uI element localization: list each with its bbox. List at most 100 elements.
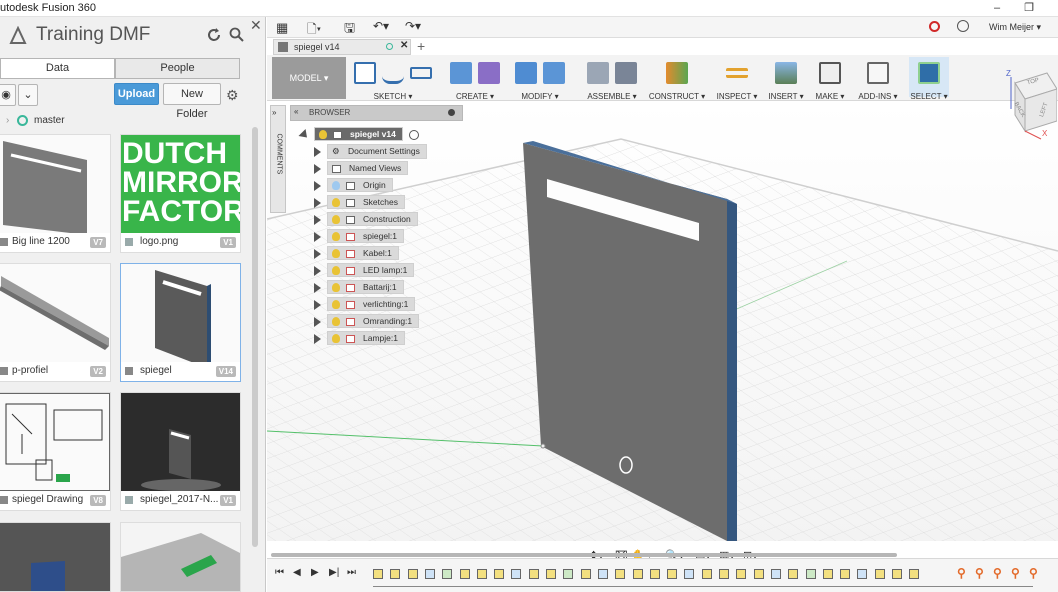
expand-arrow-icon[interactable]	[314, 197, 321, 208]
timeline-feature-icon[interactable]	[840, 569, 851, 579]
expand-arrow-icon[interactable]	[314, 299, 321, 310]
collapse-icon[interactable]: «	[294, 107, 298, 116]
timeline-feature-icon[interactable]	[909, 569, 920, 579]
create-group[interactable]: CREATE ▾	[443, 59, 507, 101]
joint-feature-icon[interactable]: ⚲	[1029, 566, 1038, 580]
create-sketch-icon[interactable]	[354, 62, 376, 84]
file-menu-icon[interactable]: 🗋▾	[307, 20, 321, 41]
timeline-feature-icon[interactable]	[494, 569, 505, 579]
timeline-feature-icon[interactable]	[597, 569, 608, 579]
chevron-down-icon[interactable]: ⌄	[18, 84, 38, 106]
expand-arrow-icon[interactable]	[314, 265, 321, 276]
expand-arrow-icon[interactable]	[298, 128, 311, 141]
timeline-feature-icon[interactable]	[874, 569, 885, 579]
browser-root[interactable]: spiegel v14	[298, 127, 420, 142]
tree-node[interactable]: Sketches	[314, 195, 427, 210]
file-card[interactable]: p-profiel V2	[0, 263, 111, 382]
timeline-feature-icon[interactable]	[719, 569, 729, 579]
expand-arrow-icon[interactable]	[314, 248, 321, 259]
timeline-feature-icon[interactable]	[563, 569, 574, 579]
timeline-feature-icon[interactable]	[546, 569, 556, 579]
inspect-group[interactable]: INSPECT ▾	[712, 59, 762, 101]
expand-arrow-icon[interactable]	[314, 163, 321, 174]
joint-feature-icon[interactable]: ⚲	[957, 566, 966, 580]
panel-scrollbar[interactable]	[252, 127, 258, 547]
gear-icon[interactable]: ⚙	[226, 87, 239, 104]
joint-feature-icon[interactable]: ⚲	[975, 566, 984, 580]
redo-icon[interactable]: ↷▾	[405, 19, 421, 33]
next-step-icon[interactable]: ▶|	[329, 567, 339, 578]
plane-icon[interactable]	[666, 62, 688, 84]
tab-people[interactable]: People	[115, 58, 240, 79]
tree-node[interactable]: Origin	[314, 178, 427, 193]
activate-icon[interactable]	[409, 129, 420, 140]
select-icon[interactable]	[918, 62, 940, 84]
tree-node[interactable]: LED lamp:1	[314, 263, 427, 278]
visibility-bulb-icon[interactable]	[332, 266, 340, 276]
file-card[interactable]: DUTCH MIRROR FACTORY logo.png V1	[120, 134, 241, 253]
view-toggle-icon[interactable]: ◉	[0, 84, 16, 106]
visibility-bulb-icon[interactable]	[332, 198, 340, 208]
timeline-feature-icon[interactable]	[615, 569, 626, 579]
visibility-bulb-icon[interactable]	[319, 130, 327, 140]
tree-node[interactable]: Construction	[314, 212, 427, 227]
document-tab[interactable]: spiegel v14 ✕	[273, 39, 411, 55]
visibility-bulb-icon[interactable]	[332, 334, 340, 344]
timeline-feature-icon[interactable]	[390, 569, 401, 579]
fillet-icon[interactable]	[543, 62, 565, 84]
visibility-bulb-icon[interactable]	[332, 300, 340, 310]
press-pull-icon[interactable]	[515, 62, 537, 84]
tab-data[interactable]: Data	[0, 58, 115, 79]
addins-group[interactable]: ADD-INS ▾	[855, 59, 901, 101]
user-menu[interactable]: Wim Meijer ▾	[989, 22, 1041, 33]
comments-panel[interactable]: » COMMENTS	[270, 105, 286, 213]
measure-icon[interactable]	[726, 68, 748, 78]
save-icon[interactable]: 🖫	[344, 19, 355, 41]
timeline-feature-icon[interactable]	[476, 569, 487, 579]
construct-group[interactable]: CONSTRUCT ▾	[647, 59, 707, 101]
tree-node[interactable]: Kabel:1	[314, 246, 427, 261]
timeline-feature-icon[interactable]	[459, 569, 470, 579]
hub-icon[interactable]	[8, 25, 28, 46]
joint-feature-icon[interactable]: ⚲	[1011, 566, 1020, 580]
insert-group[interactable]: INSERT ▾	[767, 59, 805, 101]
visibility-bulb-icon[interactable]	[332, 215, 340, 225]
search-icon[interactable]	[229, 27, 244, 42]
close-panel-icon[interactable]: ✕	[250, 17, 262, 33]
grid-menu-icon[interactable]: ▦	[276, 20, 288, 36]
timeline-feature-icon[interactable]	[701, 569, 712, 579]
tree-node[interactable]: verlichting:1	[314, 297, 427, 312]
timeline-feature-icon[interactable]	[805, 569, 816, 579]
timeline-feature-icon[interactable]	[424, 569, 435, 579]
timeline-feature-icon[interactable]	[788, 569, 799, 579]
timeline-feature-icon[interactable]	[822, 569, 833, 579]
new-tab-icon[interactable]: +	[417, 38, 425, 54]
timeline-feature-icon[interactable]	[684, 569, 695, 579]
file-card[interactable]	[120, 522, 241, 592]
expand-arrow-icon[interactable]	[314, 214, 321, 225]
view-cube[interactable]: TOP BACK LEFT Z X	[997, 69, 1058, 141]
first-step-icon[interactable]: ⏮	[275, 567, 284, 578]
assemble-group[interactable]: ASSEMBLE ▾	[581, 59, 643, 101]
timeline-feature-icon[interactable]	[580, 569, 591, 579]
timeline-feature-icon[interactable]	[892, 569, 902, 579]
browser-panel-header[interactable]: « BROWSER	[290, 105, 463, 121]
file-card-selected[interactable]: spiegel V14	[120, 263, 241, 382]
tree-node[interactable]: Named Views	[314, 161, 427, 176]
tree-node[interactable]: Lampje:1	[314, 331, 427, 346]
timeline-feature-icon[interactable]	[736, 569, 747, 579]
clock-icon[interactable]	[957, 20, 969, 32]
timeline-feature-icon[interactable]	[753, 569, 764, 579]
visibility-bulb-icon[interactable]	[332, 317, 340, 327]
upload-button[interactable]: Upload	[114, 83, 159, 105]
line-icon[interactable]	[382, 62, 404, 84]
file-card[interactable]: spiegel_2017-N... V1	[120, 392, 241, 511]
file-card[interactable]	[0, 522, 111, 592]
new-folder-button[interactable]: New Folder	[163, 83, 221, 120]
timeline-feature-icon[interactable]	[528, 569, 539, 579]
modify-group[interactable]: MODIFY ▾	[511, 59, 569, 101]
expand-arrow-icon[interactable]	[314, 146, 321, 157]
visibility-bulb-icon[interactable]	[332, 232, 340, 242]
last-step-icon[interactable]: ⏭	[347, 567, 356, 578]
previous-step-icon[interactable]: ◀	[293, 567, 301, 578]
